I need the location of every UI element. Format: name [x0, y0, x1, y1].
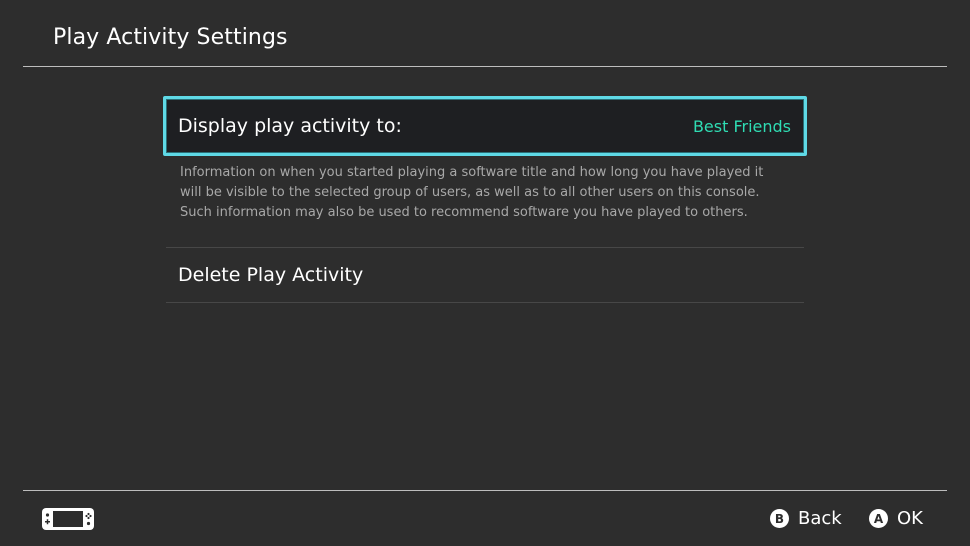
- display-play-activity-label: Display play activity to:: [178, 115, 402, 137]
- page-title: Play Activity Settings: [53, 25, 288, 50]
- description-line: will be visible to the selected group of…: [180, 185, 760, 200]
- header-divider: [23, 66, 947, 67]
- display-play-activity-value: Best Friends: [692, 116, 791, 136]
- ok-label: OK: [897, 508, 923, 529]
- display-play-activity-description: Information on when you started playing …: [180, 163, 780, 223]
- b-button-icon: B: [770, 509, 789, 528]
- description-line: Information on when you started playing …: [180, 165, 764, 180]
- settings-list: Display play activity to: Best Friends I…: [163, 96, 807, 303]
- display-play-activity-setting[interactable]: Display play activity to: Best Friends: [163, 96, 807, 156]
- description-line: Such information may also be used to rec…: [180, 205, 748, 220]
- list-divider: [166, 302, 804, 303]
- play-activity-settings-screen: Play Activity Settings Display play acti…: [0, 0, 970, 546]
- delete-play-activity-button[interactable]: Delete Play Activity: [163, 248, 807, 302]
- header: Play Activity Settings: [0, 0, 970, 67]
- handheld-console-icon: [42, 508, 94, 530]
- ok-button[interactable]: A OK: [869, 508, 923, 529]
- footer: B Back A OK: [0, 491, 970, 546]
- back-button[interactable]: B Back: [770, 508, 842, 529]
- a-button-icon: A: [869, 509, 888, 528]
- back-label: Back: [798, 508, 842, 529]
